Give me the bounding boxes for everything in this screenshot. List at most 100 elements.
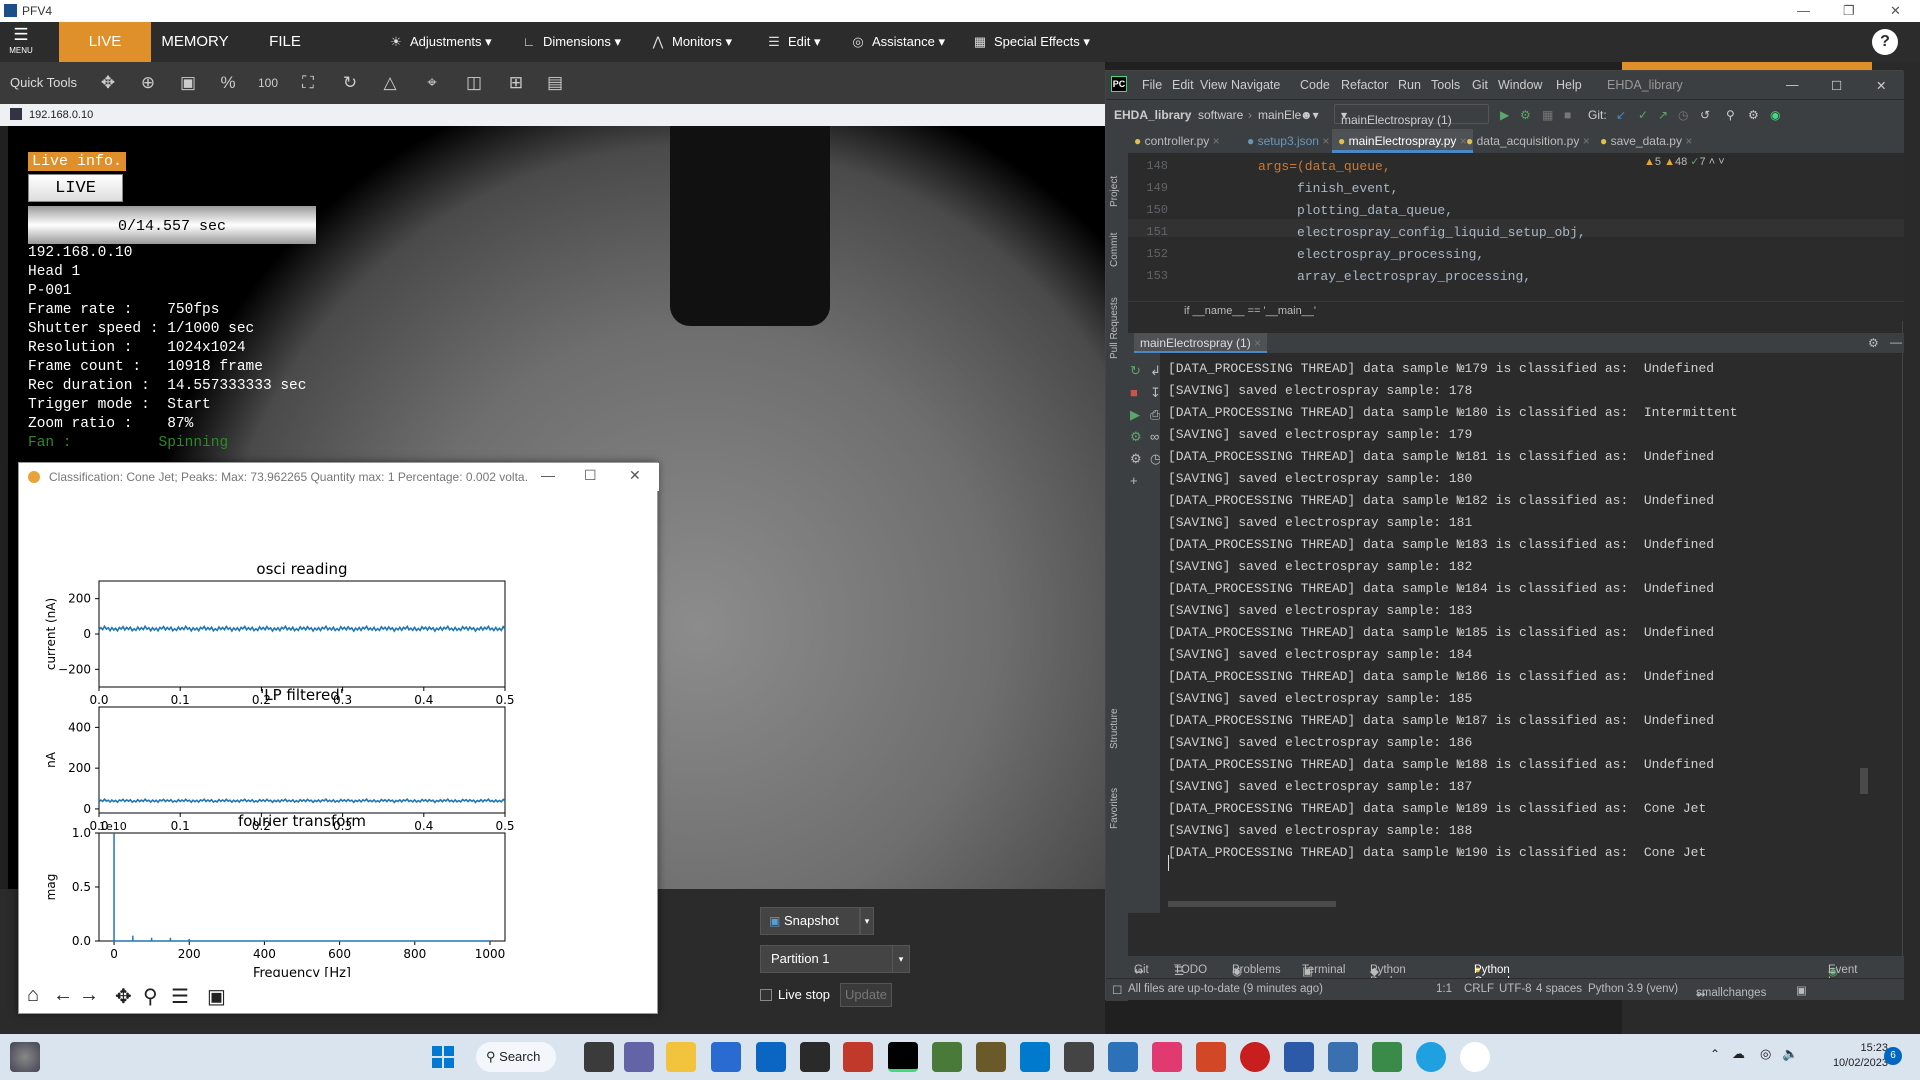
pfv-taskbar-icon[interactable] (1064, 1042, 1094, 1072)
print-icon[interactable]: ⎙ (1150, 407, 1160, 423)
settings-icon[interactable]: ⚙ (1748, 108, 1759, 122)
menu-help[interactable]: Help (1556, 78, 1582, 92)
menu-monitors[interactable]: ⋀ Monitors ▾ (648, 22, 732, 62)
horizontal-scrollbar[interactable] (1168, 901, 1336, 907)
app-icon[interactable] (976, 1042, 1006, 1072)
plugin-icon[interactable]: ◉ (1770, 108, 1780, 122)
chevron-down-icon[interactable]: ˅ (1718, 156, 1724, 168)
menu-code[interactable]: Code (1300, 78, 1330, 92)
add-icon[interactable]: + (1130, 473, 1138, 488)
close-icon[interactable]: ✕ (1876, 78, 1886, 93)
pan-icon[interactable]: ✥ (115, 984, 132, 1009)
app-icon[interactable] (1240, 1042, 1270, 1072)
clock[interactable]: 15:23 10/02/2023 (1808, 1041, 1888, 1071)
weather-icon[interactable]: ☁ (1732, 1046, 1745, 1062)
settings-icon[interactable]: ⚙ (1868, 336, 1879, 350)
python-console-output[interactable]: [DATA_PROCESSING THREAD] data sample №17… (1160, 353, 1872, 913)
powerpoint-icon[interactable] (1196, 1042, 1226, 1072)
edge-icon[interactable] (1416, 1042, 1446, 1072)
git-push-icon[interactable]: ↗ (1658, 108, 1668, 122)
maximize-icon[interactable]: ☐ (584, 467, 597, 484)
menu-file[interactable]: File (1142, 78, 1162, 92)
help-button[interactable]: ? (1872, 29, 1898, 55)
close-icon[interactable]: ✕ (629, 467, 641, 484)
store-icon[interactable] (711, 1042, 741, 1072)
tool-structure[interactable]: Structure (1109, 708, 1120, 749)
menu-window[interactable]: Window (1498, 78, 1542, 92)
close-tab-icon[interactable]: × (1685, 134, 1692, 148)
run-icon[interactable]: ▶ (1500, 108, 1509, 122)
file-explorer-icon[interactable] (666, 1042, 696, 1072)
start-icon[interactable] (432, 1046, 454, 1068)
rotate-icon[interactable]: ↻ (336, 70, 364, 96)
layout-icon[interactable]: ▤ (541, 70, 569, 96)
rollback-icon[interactable]: ↺ (1700, 108, 1710, 122)
pycharm-taskbar-icon[interactable] (888, 1042, 918, 1072)
debug-icon[interactable]: ⚙ (1520, 108, 1531, 122)
update-button[interactable]: Update (840, 983, 892, 1007)
python-interpreter[interactable]: Python 3.9 (venv) (1588, 983, 1678, 995)
close-icon[interactable]: ✕ (1890, 3, 1901, 19)
volume-icon[interactable]: 🔈 (1782, 1046, 1798, 1062)
nav-software[interactable]: software (1198, 108, 1243, 122)
breadcrumb-item[interactable]: if __name__ == '__main__' (1184, 305, 1316, 317)
tab-setup3[interactable]: ● setup3.json × (1241, 129, 1335, 153)
percent-icon[interactable]: % (214, 70, 242, 96)
flip-icon[interactable]: △ (376, 70, 404, 96)
close-tab-icon[interactable]: × (1213, 134, 1220, 148)
caret-position[interactable]: 1:1 (1436, 983, 1452, 995)
partition-dropdown[interactable]: ▾ (892, 945, 910, 973)
live-stop-checkbox[interactable] (760, 989, 772, 1001)
taskbar-search[interactable]: ⚲ Search (476, 1042, 556, 1072)
variables-icon[interactable]: ∞ (1150, 429, 1159, 444)
live-button[interactable]: LIVE (28, 174, 123, 202)
menu-tools[interactable]: Tools (1431, 78, 1460, 92)
app-icon[interactable] (1372, 1042, 1402, 1072)
snapshot-button[interactable]: ▣ Snapshot (760, 907, 860, 935)
tab-file[interactable]: FILE (239, 22, 331, 62)
task-view-icon[interactable] (584, 1042, 614, 1072)
lock-icon[interactable]: ◫ (460, 70, 488, 96)
menu-assistance[interactable]: ◎ Assistance ▾ (848, 22, 945, 62)
git-commit-icon[interactable]: ✓ (1638, 108, 1648, 122)
menu-view[interactable]: View (1200, 78, 1227, 92)
close-tab-icon[interactable]: × (1254, 336, 1261, 350)
menu-git[interactable]: Git (1472, 78, 1488, 92)
minimize-icon[interactable]: — (541, 467, 555, 483)
settings-icon[interactable]: ⚙ (1130, 451, 1142, 467)
100-icon[interactable]: 100 (254, 70, 282, 96)
move-icon[interactable]: ✥ (94, 70, 122, 96)
minimize-icon[interactable]: — (1786, 78, 1799, 92)
menu-dimensions[interactable]: ∟ Dimensions ▾ (519, 22, 621, 62)
line-separator[interactable]: CRLF (1464, 983, 1494, 995)
save-icon[interactable]: ▣ (207, 984, 226, 1009)
widgets-icon[interactable] (10, 1042, 40, 1072)
fit-icon[interactable]: ⛶ (294, 70, 322, 96)
zoom-region-icon[interactable]: ▣ (174, 70, 202, 96)
notification-badge[interactable]: 6 (1884, 1047, 1902, 1065)
app-icon[interactable] (1284, 1042, 1314, 1072)
nav-file[interactable]: mainEle (1258, 108, 1301, 122)
menu-navigate[interactable]: Navigate (1231, 78, 1280, 92)
back-icon[interactable]: ← (53, 984, 73, 1007)
network-icon[interactable]: ◎ (1760, 1046, 1771, 1062)
git-update-icon[interactable]: ↙ (1616, 108, 1626, 122)
run-config-select[interactable]: mainElectrospray (1) ▾ (1334, 104, 1489, 127)
configure-icon[interactable]: ☰ (171, 984, 189, 1009)
zoom-in-icon[interactable]: ⊕ (134, 70, 162, 96)
restore-icon[interactable]: ❐ (1843, 3, 1855, 19)
run-icon[interactable]: ▶ (1130, 407, 1140, 423)
app-icon[interactable] (1328, 1042, 1358, 1072)
maximize-icon[interactable]: ☐ (1831, 78, 1842, 93)
app-icon[interactable] (1460, 1042, 1490, 1072)
inspection-widget[interactable]: ▲5 ▲48 ✓7 ˄ ˅ (1644, 155, 1725, 168)
app-icon[interactable] (1152, 1042, 1182, 1072)
chevron-up-icon[interactable]: ˄ (1709, 156, 1715, 168)
app-icon[interactable] (800, 1042, 830, 1072)
grid-icon[interactable]: ⊞ (502, 70, 530, 96)
search-icon[interactable]: ⚲ (1726, 108, 1735, 122)
home-icon[interactable]: ⌂ (27, 984, 39, 1007)
vscode-icon[interactable] (1020, 1042, 1050, 1072)
tool-favorites[interactable]: Favorites (1109, 788, 1120, 829)
run-tab[interactable]: mainElectrospray (1) × (1134, 333, 1268, 353)
